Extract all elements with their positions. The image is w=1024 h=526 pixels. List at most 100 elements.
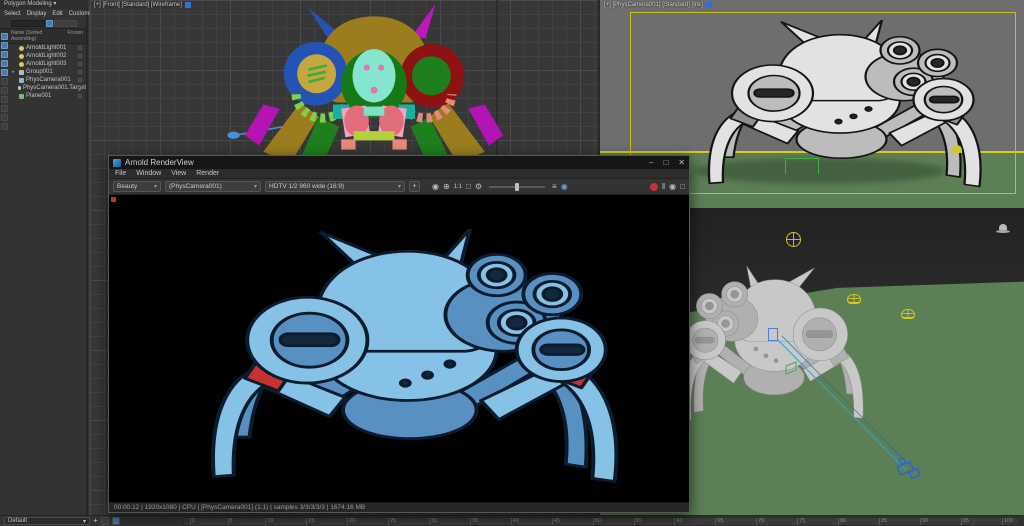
timeline-tick[interactable]: 95 [961, 518, 969, 525]
renderview-menu-item[interactable]: File [115, 170, 126, 177]
viewport-lock-icon[interactable] [185, 2, 191, 8]
frozen-toggle[interactable] [78, 70, 82, 74]
explorer-menu-item[interactable]: Select [4, 11, 21, 17]
explorer-column-header[interactable]: Name (Sorted Ascending) Frozen [0, 28, 86, 44]
maximize-button[interactable]: □ [663, 158, 668, 167]
object-name[interactable]: PhysCamera001 [26, 77, 71, 83]
filter-spacewarps-icon[interactable] [1, 78, 8, 85]
zoom-level-button[interactable]: 1:1 [454, 184, 462, 190]
track-selection-icon[interactable]: ⊕ [443, 181, 450, 192]
aov-dropdown[interactable]: Beauty▾ [113, 181, 161, 192]
display-all-icon[interactable] [46, 20, 53, 27]
menu-icon[interactable]: ≡ [552, 181, 557, 192]
timeline-tick[interactable]: 5 [228, 518, 233, 525]
ribbon-tab-polygon-modeling[interactable]: Polygon Modeling ▾ [4, 1, 56, 7]
filter-cameras-icon[interactable] [1, 60, 8, 67]
filter-geometry-icon[interactable] [1, 33, 8, 40]
viewport-lock-icon[interactable] [706, 2, 712, 8]
timeline-tick[interactable]: 45 [552, 518, 560, 525]
list-item[interactable]: ArnoldLight002 [10, 52, 86, 60]
object-name[interactable]: Group001 [26, 69, 53, 75]
timeline-tick[interactable]: 60 [674, 518, 682, 525]
add-button[interactable]: + [93, 517, 98, 525]
frozen-toggle[interactable] [78, 62, 82, 66]
timeline-tick[interactable]: 55 [634, 518, 642, 525]
edit-set-icon[interactable] [101, 517, 109, 525]
explorer-menu-item[interactable]: Display [27, 11, 47, 17]
light-gizmo-icon[interactable] [847, 294, 861, 304]
filter-bones-icon[interactable] [1, 105, 8, 112]
timeline-tick[interactable]: 70 [756, 518, 764, 525]
viewcube-home-icon[interactable] [996, 224, 1010, 233]
settings-icon[interactable] [70, 20, 77, 27]
expand-arrow-icon[interactable]: ▸ [12, 69, 17, 75]
renderview-menu-item[interactable]: Render [196, 170, 219, 177]
frozen-toggle[interactable] [78, 86, 82, 90]
timeline-tick[interactable]: 35 [470, 518, 478, 525]
list-item[interactable]: PhysCamera001 [10, 76, 86, 84]
filter-shapes-icon[interactable] [1, 42, 8, 49]
timeline-tick[interactable]: 90 [920, 518, 928, 525]
exposure-slider[interactable] [489, 186, 545, 188]
name-column-header[interactable]: Name (Sorted Ascending) [11, 30, 67, 42]
list-item[interactable]: PhysCamera001.Target [10, 84, 86, 92]
object-name[interactable]: ArnoldLight001 [26, 45, 66, 51]
timeline-tick[interactable]: 0 [190, 518, 195, 525]
viewport-front-label[interactable]: [+] [Front] [Standard] [Wireframe] [94, 2, 182, 8]
timeline-tick[interactable]: 85 [879, 518, 887, 525]
list-item[interactable]: ArnoldLight003 [10, 60, 86, 68]
timeline-tick[interactable]: 50 [593, 518, 601, 525]
list-item[interactable]: ▸ Group001 [10, 68, 86, 76]
camera-dropdown[interactable]: (PhysCamera001)▾ [165, 181, 261, 192]
timeline-trackbar[interactable]: 0 5 10 15 20 25 30 35 40 45 50 55 60 65 70 75 80 85 90 95 10… [183, 517, 1020, 526]
object-name[interactable]: ArnoldLight003 [26, 61, 66, 67]
filter-lights-icon[interactable] [1, 51, 8, 58]
renderview-menu-item[interactable]: Window [136, 170, 161, 177]
timeline-tick[interactable]: 40 [511, 518, 519, 525]
crop-region-handle[interactable] [111, 197, 116, 202]
frozen-toggle[interactable] [78, 94, 82, 98]
isolate-icon[interactable] [112, 517, 120, 525]
snapshot-icon[interactable]: ◉ [432, 181, 439, 192]
pick-icon[interactable] [62, 20, 69, 27]
filter-xrefs-icon[interactable] [1, 96, 8, 103]
timeline-tick[interactable]: 65 [715, 518, 723, 525]
light-gizmo-icon[interactable] [786, 232, 801, 247]
timeline-tick[interactable]: 15 [306, 518, 314, 525]
light-gizmo-icon[interactable] [901, 309, 915, 319]
timeline-tick[interactable]: 25 [388, 518, 396, 525]
filter-materials-icon[interactable] [1, 123, 8, 130]
minimize-button[interactable]: – [649, 158, 653, 167]
timeline-tick[interactable]: 80 [838, 518, 846, 525]
ipr-icon[interactable]: ◉ [561, 181, 568, 192]
render-canvas[interactable] [109, 195, 689, 502]
frozen-toggle[interactable] [78, 78, 82, 82]
explorer-search-input[interactable] [11, 20, 45, 27]
object-name[interactable]: ArnoldLight002 [26, 53, 66, 59]
timeline-tick[interactable]: 100 [1002, 518, 1013, 525]
add-aov-button[interactable]: + [409, 181, 420, 192]
selection-set-dropdown[interactable]: Default ▾ [4, 517, 90, 525]
frozen-toggle[interactable] [78, 54, 82, 58]
list-item[interactable]: Plane001 [10, 92, 86, 100]
renderview-titlebar[interactable]: Arnold RenderView – □ ✕ [109, 156, 689, 169]
viewport-camera-label[interactable]: [+] [PhysCamera001] [Standard] [Ink] [604, 2, 703, 8]
filter-helpers-icon[interactable] [1, 69, 8, 76]
timeline-tick[interactable]: 20 [347, 518, 355, 525]
timeline-tick[interactable]: 30 [429, 518, 437, 525]
filter-containers-icon[interactable] [1, 114, 8, 121]
filter-groups-icon[interactable] [1, 87, 8, 94]
object-name[interactable]: Plane001 [26, 93, 51, 99]
list-item[interactable]: ArnoldLight001 [10, 44, 86, 52]
renderview-menu-item[interactable]: View [171, 170, 186, 177]
timeline-tick[interactable]: 10 [265, 518, 273, 525]
close-button[interactable]: ✕ [678, 158, 685, 167]
fit-view-icon[interactable]: □ [466, 181, 471, 192]
timeline-tick[interactable]: 75 [797, 518, 805, 525]
abort-render-button[interactable] [650, 183, 658, 191]
object-name[interactable]: PhysCamera001.Target [23, 85, 86, 91]
snapshot-icon[interactable]: ◉ [669, 181, 676, 192]
lock-icon[interactable] [54, 20, 61, 27]
layout-panel-icon[interactable]: □ [680, 181, 685, 192]
settings-gear-icon[interactable]: ⚙ [475, 181, 482, 192]
